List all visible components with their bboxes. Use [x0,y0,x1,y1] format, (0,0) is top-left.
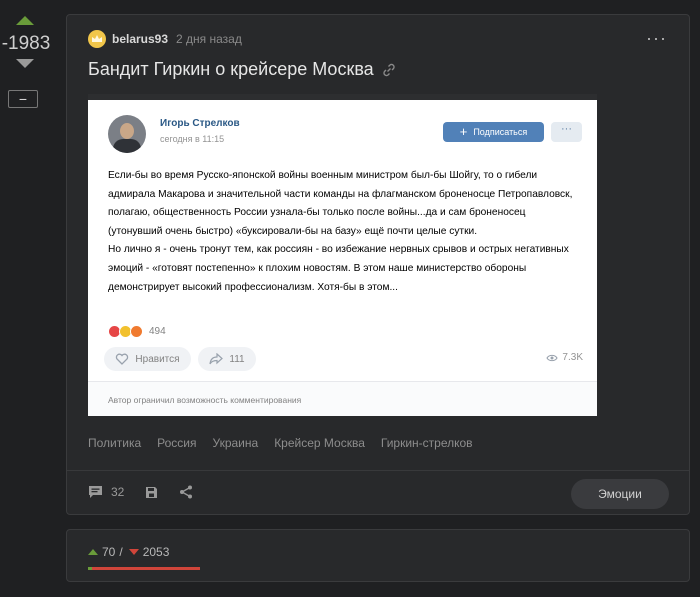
story-title[interactable]: Бандит Гиркин о крейсере Москва [88,59,374,80]
story-author-row: belarus93 2 дня назад [88,29,242,49]
save-icon[interactable] [145,486,158,499]
tag-russia[interactable]: Россия [157,436,196,450]
vk-post-text: Если-бы во время Русско-японской войны в… [108,167,582,297]
tag-girkin-strelkov[interactable]: Гиркин-стрелков [381,436,473,450]
comments-count: 32 [111,485,125,499]
vk-subscribe-label: Подписаться [473,127,528,137]
comment-icon [89,486,102,498]
emotions-button[interactable]: Эмоции [571,479,669,509]
collapse-button[interactable]: − [8,90,38,108]
tag-cruiser-moskva[interactable]: Крейсер Москва [274,436,365,450]
tag-ukraine[interactable]: Украина [213,436,259,450]
votes-ratio-fill [88,567,92,570]
more-options-icon[interactable]: ··· [646,29,667,47]
vk-author-avatar [108,115,146,153]
vk-share-button: 111 [198,347,256,371]
crown-icon [92,35,102,42]
story-rating: -1983 [1,33,51,54]
vk-subscribe-button: + Подписаться [443,122,544,142]
vk-share-count: 111 [229,353,245,365]
image-top-band [88,94,597,100]
share-icon[interactable] [179,485,193,499]
story-title-row: Бандит Гиркин о крейсере Москва [88,59,396,80]
author-name[interactable]: belarus93 [112,32,168,46]
votes-summary-card: 70 / 2053 [66,529,690,582]
angry-reaction-icon [130,325,143,338]
pluses-count: 70 [102,545,116,559]
card-divider [67,470,689,471]
tag-politics[interactable]: Политика [88,436,141,450]
vk-views-count: 7.3K [562,352,583,363]
vk-paragraph-2: Но лично я - очень тронут тем, как росси… [108,244,569,293]
vk-reactions: 494 [108,325,166,338]
plus-icon: + [459,124,468,139]
share-arrow-icon [209,353,224,365]
story-tags: Политика Россия Украина Крейсер Москва Г… [88,436,489,450]
votes-line: 70 / 2053 [88,545,169,559]
vk-paragraph-1: Если-бы во время Русско-японской войны в… [108,170,573,237]
author-avatar[interactable] [88,30,106,48]
story-card: belarus93 2 дня назад ··· Бандит Гиркин … [66,14,690,515]
vk-comments-restricted-note: Автор ограничил возможность комментирова… [108,395,302,405]
vk-more-button: ··· [551,122,582,142]
pluses-arrow-icon [88,549,98,555]
minuses-arrow-icon [128,549,139,555]
votes-ratio-bar [88,567,200,570]
embedded-post-image[interactable]: Игорь Стрелков сегодня в 11:15 + Подписа… [88,94,597,416]
heart-icon [116,353,129,365]
post-time: 2 дня назад [176,32,242,46]
vk-views: 7.3K [546,352,583,363]
votes-separator: / [119,545,123,559]
upvote-arrow-icon[interactable] [16,16,34,25]
link-icon[interactable] [382,63,396,77]
vk-like-button: Нравится [104,347,191,371]
eye-icon [546,354,559,361]
comments-button[interactable]: 32 [88,485,124,499]
minuses-count: 2053 [142,545,170,559]
downvote-arrow-icon[interactable] [16,59,34,68]
vk-like-label: Нравится [135,353,180,365]
vk-author-name: Игорь Стрелков [160,118,240,129]
vk-reactions-count: 494 [149,326,166,337]
vk-post-time: сегодня в 11:15 [160,134,225,144]
